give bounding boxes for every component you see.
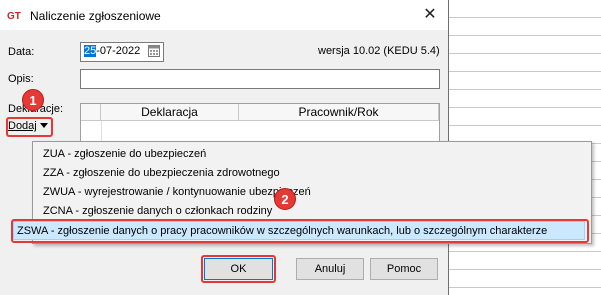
menu-item-zza[interactable]: ZZA - zgłoszenie do ubezpieczenia zdrowo… — [43, 164, 280, 183]
cancel-button[interactable]: Anuluj — [296, 258, 364, 280]
highlight-zswa — [11, 219, 589, 243]
help-button[interactable]: Pomoc — [370, 258, 438, 280]
date-label: Data: — [8, 46, 35, 58]
menu-item-zwua[interactable]: ZWUA - wyrejestrowanie / kontynuowanie u… — [43, 183, 311, 202]
app-logo-icon: GT — [7, 11, 21, 22]
close-icon[interactable]: ✕ — [416, 4, 444, 26]
title-bar: GT Naliczenie zgłoszeniowe ✕ — [0, 0, 448, 30]
svg-text:GT: GT — [7, 11, 21, 22]
grid-header-pracownik[interactable]: Pracownik/Rok — [239, 104, 439, 121]
window-title: Naliczenie zgłoszeniowe — [30, 9, 161, 23]
menu-item-zua[interactable]: ZUA - zgłoszenie do ubezpieczeń — [43, 145, 206, 164]
date-rest-part: -07-2022 — [96, 45, 141, 57]
opis-input[interactable] — [80, 69, 440, 89]
calendar-icon[interactable] — [148, 45, 160, 57]
grid-header: Deklaracja Pracownik/Rok — [81, 104, 439, 121]
opis-label: Opis: — [8, 73, 34, 85]
grid-header-deklaracja[interactable]: Deklaracja — [101, 104, 239, 121]
version-text: wersja 10.02 (KEDU 5.4) — [318, 45, 440, 57]
highlight-ok — [201, 255, 276, 283]
step-badge-2: 2 — [274, 188, 296, 210]
step-badge-1: 1 — [22, 89, 44, 111]
highlight-dodaj — [6, 117, 53, 137]
declarations-grid[interactable]: Deklaracja Pracownik/Rok — [80, 103, 440, 145]
date-selected-part: 25 — [84, 45, 97, 57]
grid-header-blank — [81, 104, 101, 121]
